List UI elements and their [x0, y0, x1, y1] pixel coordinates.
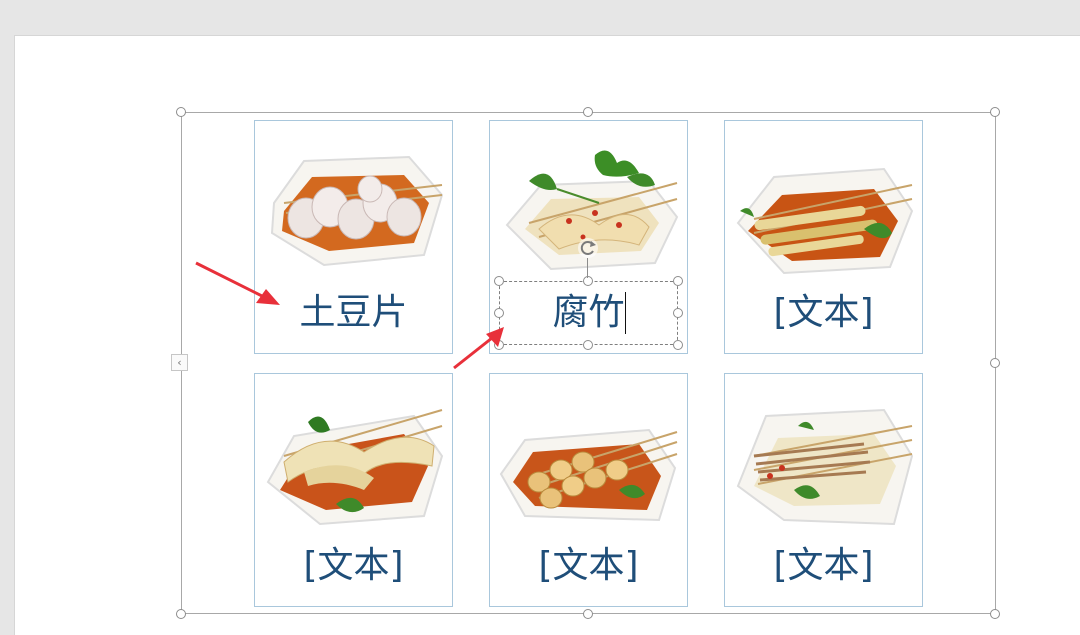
selected-text-box[interactable] — [499, 281, 678, 345]
card-label[interactable]: [文本] — [255, 546, 452, 586]
card-label[interactable]: 土豆片 — [255, 293, 452, 333]
resize-handle-bottom[interactable] — [583, 609, 593, 619]
resize-handle-top-right[interactable] — [990, 107, 1000, 117]
picture-card-5[interactable]: [文本] — [489, 373, 688, 607]
picture-card-3[interactable]: [文本] — [724, 120, 923, 354]
food-image-vegetable-slices[interactable] — [264, 386, 444, 534]
picture-card-6[interactable]: [文本] — [724, 373, 923, 607]
rotate-handle-icon[interactable] — [577, 237, 599, 259]
card-label[interactable]: [文本] — [725, 546, 922, 586]
textbox-handle-bottom-left[interactable] — [494, 340, 504, 350]
text-cursor — [625, 292, 626, 334]
food-image-bamboo-shoots[interactable] — [734, 133, 914, 281]
resize-handle-top-left[interactable] — [176, 107, 186, 117]
textbox-handle-right[interactable] — [673, 308, 683, 318]
text-pane-toggle-button[interactable]: ‹ — [171, 354, 188, 371]
picture-card-4[interactable]: [文本] — [254, 373, 453, 607]
resize-handle-top[interactable] — [583, 107, 593, 117]
textbox-handle-top-right[interactable] — [673, 276, 683, 286]
food-image-enoki[interactable] — [734, 386, 914, 534]
resize-handle-right[interactable] — [990, 358, 1000, 368]
resize-handle-bottom-left[interactable] — [176, 609, 186, 619]
card-label[interactable]: [文本] — [725, 293, 922, 333]
textbox-handle-top[interactable] — [583, 276, 593, 286]
rotate-handle-stem — [587, 258, 588, 278]
food-image-quail-eggs[interactable] — [499, 386, 679, 534]
textbox-handle-bottom-right[interactable] — [673, 340, 683, 350]
food-image-potato[interactable] — [264, 133, 444, 281]
card-label[interactable]: [文本] — [490, 546, 687, 586]
textbox-handle-left[interactable] — [494, 308, 504, 318]
textbox-handle-top-left[interactable] — [494, 276, 504, 286]
textbox-handle-bottom[interactable] — [583, 340, 593, 350]
resize-handle-bottom-right[interactable] — [990, 609, 1000, 619]
picture-card-1[interactable]: 土豆片 — [254, 120, 453, 354]
